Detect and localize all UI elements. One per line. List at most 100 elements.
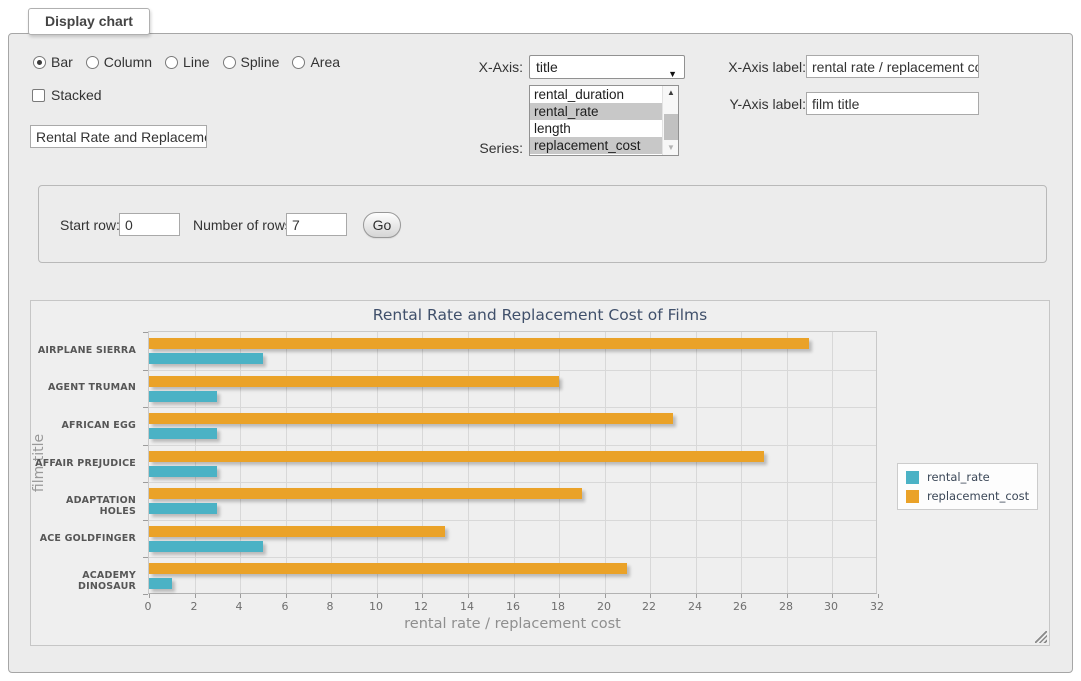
bar-rental_rate (149, 428, 217, 439)
start-row-input[interactable]: 0 (119, 213, 180, 236)
legend-item: replacement_cost (906, 489, 1029, 503)
x-tick-label: 24 (688, 600, 702, 613)
x-tick-label: 16 (506, 600, 520, 613)
x-tick-mark (559, 594, 560, 598)
y-tick-mark (143, 407, 148, 408)
bar-replacement_cost (149, 376, 559, 387)
gridline-horizontal (149, 557, 876, 558)
go-button[interactable]: Go (363, 212, 401, 238)
bar-replacement_cost (149, 413, 673, 424)
series-option[interactable]: replacement_cost (530, 137, 662, 154)
chart-title-input[interactable]: Rental Rate and Replacement Cost of Film… (30, 125, 207, 148)
resize-grip-icon[interactable] (1035, 631, 1047, 643)
legend-label: rental_rate (927, 470, 990, 484)
gridline-vertical (286, 332, 287, 593)
y-axis-category-labels: AIRPLANE SIERRAAGENT TRUMANAFRICAN EGGAF… (31, 331, 142, 594)
gridline-vertical (377, 332, 378, 593)
y-tick-mark (143, 594, 148, 595)
radio-icon[interactable] (165, 56, 178, 69)
scroll-down-icon[interactable]: ▼ (663, 141, 679, 155)
chart-type-radio-column[interactable]: Column (86, 54, 152, 70)
bar-replacement_cost (149, 488, 582, 499)
x-tick-mark (377, 594, 378, 598)
scrollbar-thumb[interactable] (664, 114, 678, 140)
bar-replacement_cost (149, 526, 445, 537)
legend-swatch-replacement_cost (906, 490, 919, 503)
x-axis-tick-labels: 02468101214161820222426283032 (148, 600, 877, 614)
stacked-checkbox[interactable] (32, 89, 45, 102)
legend-swatch-rental_rate (906, 471, 919, 484)
gridline-vertical (514, 332, 515, 593)
radio-icon[interactable] (223, 56, 236, 69)
x-axis-label-input[interactable]: rental rate / replacement cost (806, 55, 979, 78)
num-rows-label: Number of rows: (193, 217, 296, 233)
radio-icon[interactable] (292, 56, 305, 69)
x-tick-mark (422, 594, 423, 598)
x-tick-mark (149, 594, 150, 598)
category-label: AIRPLANE SIERRA (31, 345, 136, 356)
series-options: rental_durationrental_ratelengthreplacem… (530, 86, 662, 155)
chart-legend: rental_rate replacement_cost (897, 463, 1038, 510)
chart-type-radio-spline[interactable]: Spline (223, 54, 280, 70)
listbox-scrollbar[interactable]: ▲ ▼ (662, 86, 678, 155)
x-tick-label: 0 (145, 600, 152, 613)
x-tick-mark (878, 594, 879, 598)
gridline-vertical (559, 332, 560, 593)
scroll-up-icon[interactable]: ▲ (663, 86, 679, 100)
gridline-vertical (240, 332, 241, 593)
x-tick-label: 28 (779, 600, 793, 613)
start-row-label: Start row: (60, 217, 120, 233)
x-tick-label: 32 (870, 600, 884, 613)
num-rows-input[interactable]: 7 (286, 213, 347, 236)
series-listbox[interactable]: rental_durationrental_ratelengthreplacem… (529, 85, 679, 156)
gridline-vertical (741, 332, 742, 593)
gridline-vertical (331, 332, 332, 593)
x-tick-mark (696, 594, 697, 598)
category-label: AGENT TRUMAN (31, 382, 136, 393)
gridline-vertical (832, 332, 833, 593)
chart-type-radio-line[interactable]: Line (165, 54, 209, 70)
series-option[interactable]: length (530, 120, 662, 137)
chart-type-label: Bar (51, 54, 73, 70)
y-tick-mark (143, 332, 148, 333)
x-tick-mark (514, 594, 515, 598)
x-axis-select-label: X-Axis: (439, 59, 523, 75)
x-tick-label: 2 (191, 600, 198, 613)
chart-type-radio-area[interactable]: Area (292, 54, 340, 70)
x-tick-label: 4 (236, 600, 243, 613)
bar-rental_rate (149, 391, 217, 402)
x-tick-label: 6 (282, 600, 289, 613)
chart-x-axis-label: rental rate / replacement cost (148, 616, 877, 632)
x-tick-mark (468, 594, 469, 598)
gridline-vertical (650, 332, 651, 593)
chart-type-radio-bar[interactable]: Bar (33, 54, 73, 70)
x-tick-label: 26 (733, 600, 747, 613)
x-tick-mark (650, 594, 651, 598)
series-option[interactable]: rental_duration (530, 86, 662, 103)
chart-type-radio-group: Bar Column Line Spline Area (33, 54, 353, 70)
gridline-vertical (468, 332, 469, 593)
bar-rental_rate (149, 541, 263, 552)
gridline-vertical (605, 332, 606, 593)
series-option[interactable]: rental_rate (530, 103, 662, 120)
x-axis-select[interactable]: title ▼ (529, 55, 685, 79)
bar-rental_rate (149, 466, 217, 477)
radio-icon[interactable] (86, 56, 99, 69)
y-axis-label-input[interactable]: film title (806, 92, 979, 115)
row-range-section: Start row: 0 Number of rows: 7 Go (38, 185, 1047, 263)
gridline-vertical (195, 332, 196, 593)
radio-icon[interactable] (33, 56, 46, 69)
chart-type-label: Area (310, 54, 340, 70)
gridline-vertical (696, 332, 697, 593)
x-tick-mark (240, 594, 241, 598)
chevron-down-icon: ▼ (668, 63, 677, 85)
x-tick-label: 20 (597, 600, 611, 613)
x-tick-mark (286, 594, 287, 598)
chart-type-label: Column (104, 54, 152, 70)
stacked-label: Stacked (51, 87, 102, 103)
bar-rental_rate (149, 578, 172, 589)
x-tick-label: 22 (642, 600, 656, 613)
category-label: AFFAIR PREJUDICE (31, 458, 136, 469)
stacked-checkbox-row[interactable]: Stacked (32, 87, 102, 103)
chart-title: Rental Rate and Replacement Cost of Film… (31, 306, 1049, 324)
